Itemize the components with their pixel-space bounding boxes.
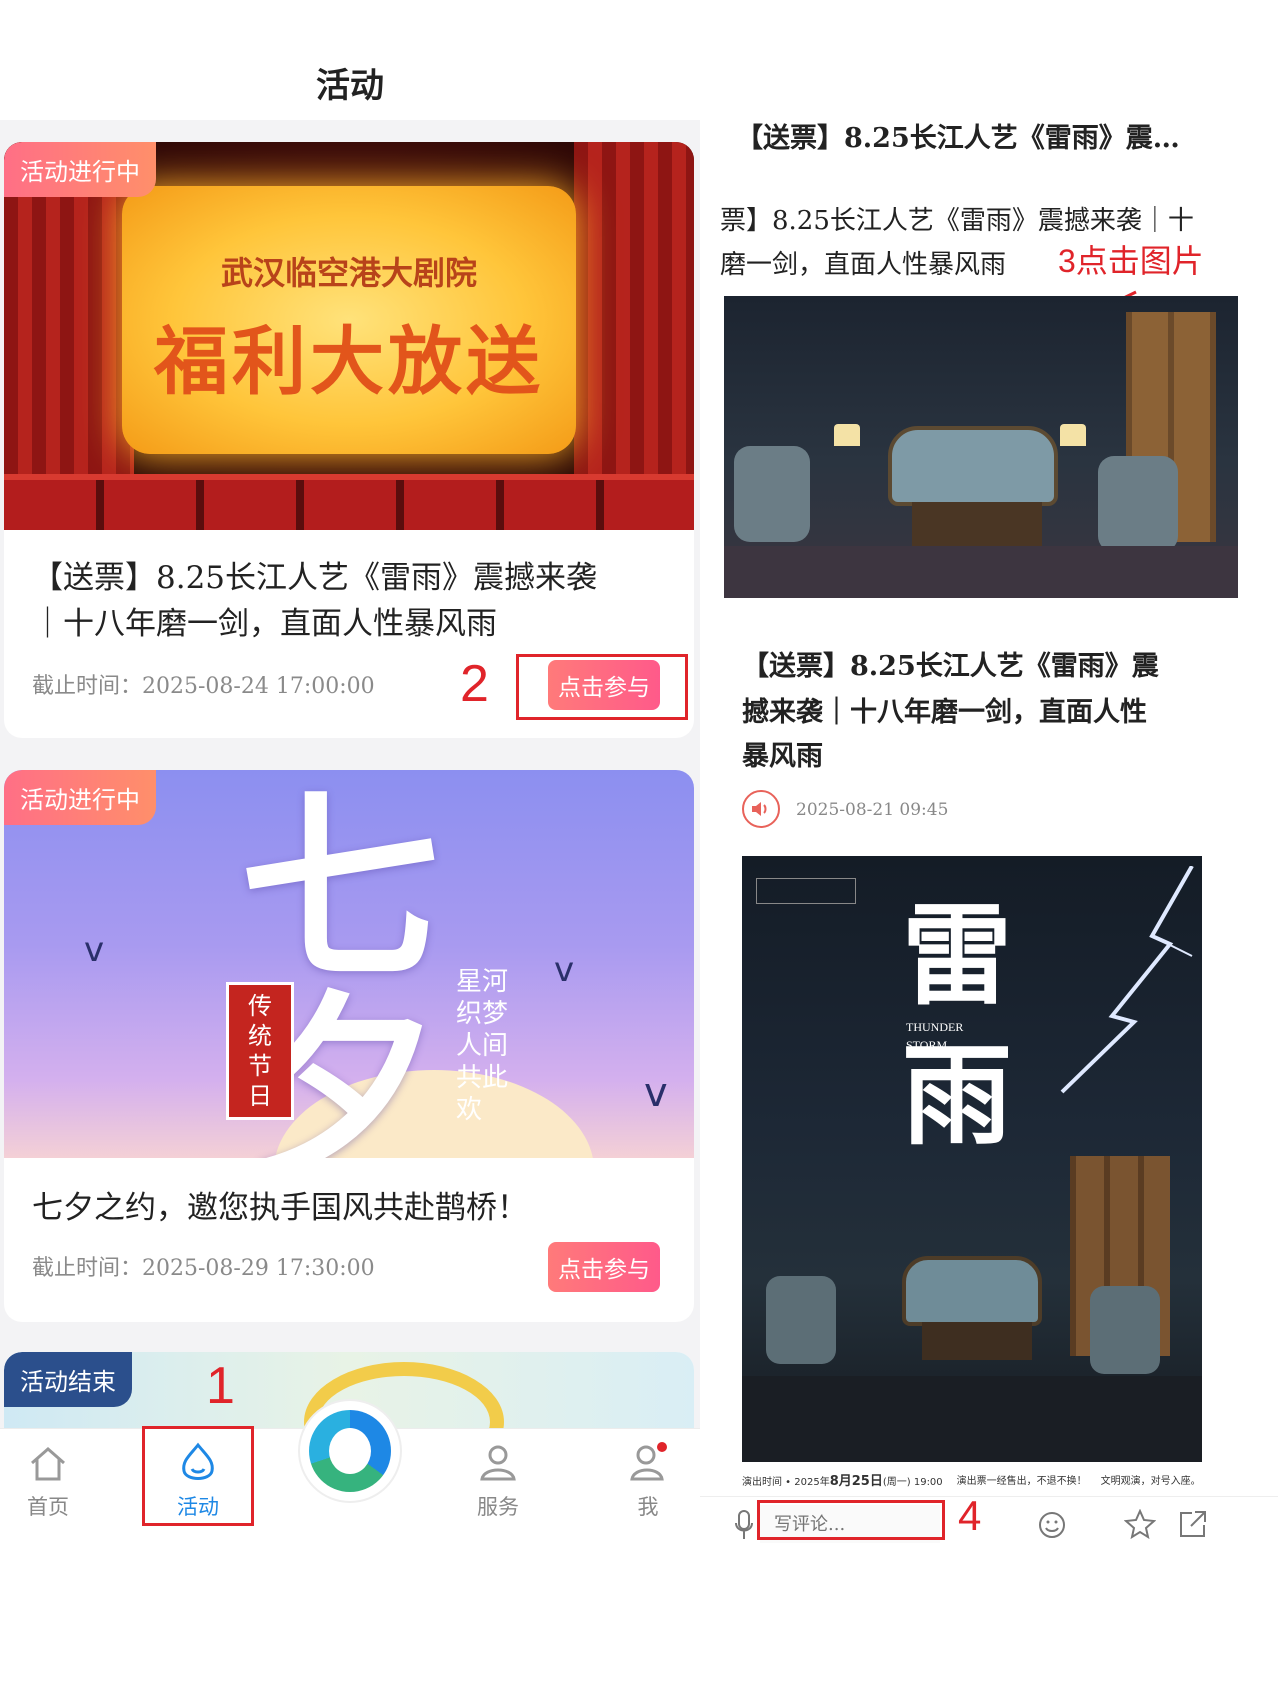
showtime-label: 演出时间 • 2025年 <box>742 1476 830 1488</box>
article-top-title: 【送票】8.25长江人艺《雷雨》震… <box>736 123 1180 154</box>
banner-image[interactable]: 七夕 传统节日 星河织梦 人间共此欢 v v v 活动进行中 <box>4 770 694 1158</box>
nav-me[interactable]: 我 <box>588 1429 708 1521</box>
bird-icon: v <box>554 950 575 990</box>
showtime-date: 8月25日 <box>829 1473 883 1489</box>
nav-label: 首页 <box>27 1495 69 1519</box>
activity-page: 活动 武汉临空港大剧院 福利大放送 活动进行中 【送票】8.25长江人艺《雷雨》… <box>0 0 700 1545</box>
poster-english-1: THUNDER <box>906 1020 964 1034</box>
annotation-box-4 <box>757 1500 945 1540</box>
microphone-icon[interactable] <box>734 1509 754 1541</box>
poster-image[interactable]: 雷雨 THUNDER STORM <box>742 856 1202 1462</box>
annotation-box-2 <box>516 654 688 720</box>
share-icon[interactable] <box>1178 1509 1208 1539</box>
deadline-text: 截止时间：2025-08-29 17:30:00 <box>32 1256 375 1281</box>
annotation-box-1 <box>142 1426 254 1526</box>
step-number-2: 2 <box>460 655 489 713</box>
speaker-icon <box>752 802 767 816</box>
nav-label: 服务 <box>477 1495 519 1519</box>
preview-title-line2: 磨一剑，直面人性暴风雨 <box>720 250 1007 280</box>
nav-center[interactable] <box>290 1399 410 1503</box>
step-number-3: 3点击图片 <box>1058 243 1204 279</box>
page-header: 活动 <box>0 0 700 120</box>
card-title[interactable]: 七夕之约，邀您执手国风共赴鹊桥！ <box>32 1184 528 1232</box>
article-title-line3: 暴风雨 <box>742 741 823 772</box>
bird-icon: v <box>84 930 105 970</box>
activity-card[interactable]: 武汉临空港大剧院 福利大放送 活动进行中 【送票】8.25长江人艺《雷雨》震撼来… <box>4 142 694 738</box>
card-title-line2[interactable]: ｜十八年磨一剑，直面人性暴风雨 <box>32 600 497 648</box>
banner-image[interactable]: 武汉临空港大剧院 福利大放送 活动进行中 <box>4 142 694 530</box>
nav-service[interactable]: 服务 <box>438 1429 558 1521</box>
preview-image[interactable] <box>724 296 1238 598</box>
profile-icon <box>630 1442 667 1481</box>
step-number-4: 4 <box>958 1492 982 1539</box>
nav-home[interactable]: 首页 <box>0 1429 108 1521</box>
poster-english-2: STORM <box>906 1038 948 1052</box>
showtime-rest: (周一) 19:00 <box>882 1476 943 1488</box>
status-badge: 活动结束 <box>4 1352 132 1407</box>
banner-subtitle: 武汉临空港大剧院 <box>220 254 477 292</box>
home-icon <box>31 1447 65 1481</box>
speaker-button[interactable] <box>742 790 780 828</box>
star-icon[interactable] <box>1124 1509 1156 1539</box>
notice-1: 演出票一经售出，不退不换！ <box>956 1475 1087 1487</box>
article-title-line2: 撼来袭｜十八年磨一剑，直面人性 <box>742 697 1147 728</box>
preview-title-line1: 票】8.25长江人艺《雷雨》震撼来袭｜十 <box>720 206 1194 236</box>
status-badge: 活动进行中 <box>4 770 156 825</box>
deadline-text: 截止时间：2025-08-24 17:00:00 <box>32 674 375 699</box>
banner-poem: 星河织梦 人间共此欢 <box>456 967 509 1125</box>
card-title[interactable]: 【送票】8.25长江人艺《雷雨》震撼来袭 <box>32 554 597 602</box>
article-title: 【送票】8.25长江人艺《雷雨》震 <box>742 651 1159 682</box>
emoji-icon[interactable] <box>1038 1511 1066 1539</box>
banner-title: 福利大放送 <box>154 319 544 405</box>
bird-icon: v <box>644 1070 668 1116</box>
page-title: 活动 <box>316 66 384 106</box>
status-badge: 活动进行中 <box>4 142 156 197</box>
festival-tag: 传统节日 <box>226 982 294 1120</box>
bottom-nav: 首页 活动 服务 我 <box>0 1399 700 1545</box>
activity-card[interactable]: 七夕 传统节日 星河织梦 人间共此欢 v v v 活动进行中 七夕之约，邀您执手… <box>4 770 694 1322</box>
notice-2: 文明观演，对号入座。 <box>1100 1475 1201 1487</box>
poster-footer: 演出时间 • 2025年8月25日(周一) 19:00 演出票一经售出，不退不换… <box>742 1468 1202 1490</box>
publish-date: 2025-08-21 09:45 <box>796 800 949 820</box>
article-panel: 【送票】8.25长江人艺《雷雨》震… 票】8.25长江人艺《雷雨》震撼来袭｜十 … <box>700 0 1278 1704</box>
nav-label: 我 <box>637 1495 659 1519</box>
join-button[interactable]: 点击参与 <box>548 1242 660 1292</box>
lightning-icon <box>1060 866 1194 1094</box>
service-icon <box>480 1445 516 1481</box>
step-number-1: 1 <box>206 1357 235 1415</box>
app-logo-icon <box>298 1399 402 1503</box>
